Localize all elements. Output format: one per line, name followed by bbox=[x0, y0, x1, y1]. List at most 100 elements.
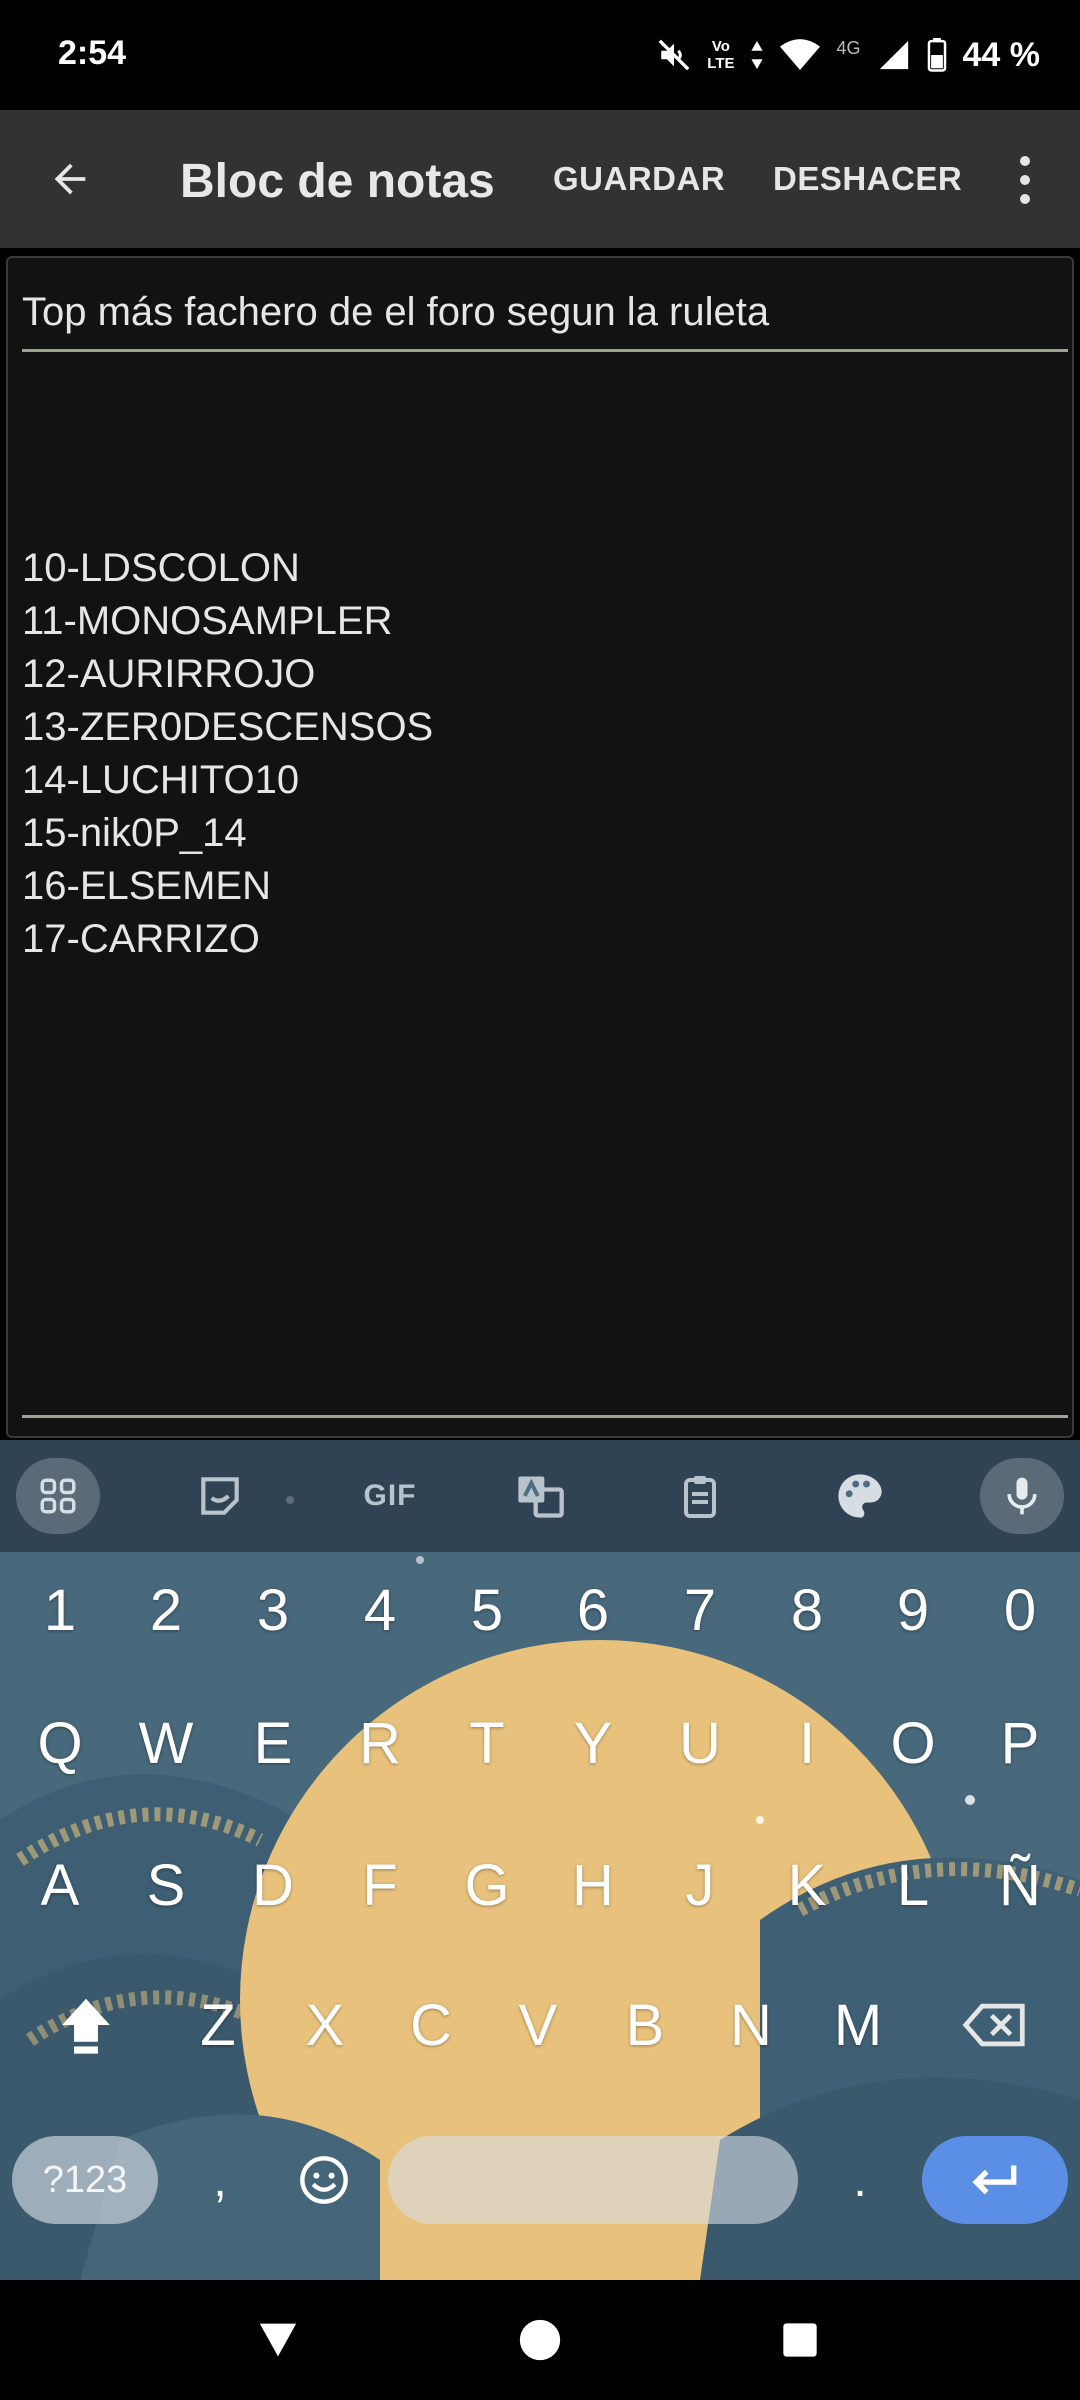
grid-icon bbox=[40, 1478, 76, 1514]
note-body-line: 13-ZER0DESCENSOS bbox=[22, 705, 434, 749]
note-title-input[interactable]: Top más fachero de el foro segun la rule… bbox=[22, 290, 1068, 352]
navigation-bar bbox=[0, 2280, 1080, 2400]
sticker-icon bbox=[201, 1477, 239, 1515]
arrow-back-icon bbox=[54, 163, 86, 195]
key-number-6[interactable]: 6 bbox=[543, 1560, 643, 1660]
symbols-key[interactable]: ?123 bbox=[12, 2136, 158, 2224]
undo-button[interactable]: DESHACER bbox=[773, 160, 962, 198]
key-letter-y[interactable]: Y bbox=[543, 1693, 643, 1793]
backspace-key[interactable] bbox=[944, 1975, 1044, 2075]
battery-icon bbox=[927, 38, 946, 72]
key-letter-a[interactable]: A bbox=[10, 1835, 110, 1935]
nav-back-button[interactable] bbox=[248, 2310, 308, 2370]
soft-keyboard: G I F 1 2 3 4 5 6 7 8 9 0 Q W E R T Y U I … bbox=[0, 1440, 1080, 2280]
key-letter-t[interactable]: T bbox=[437, 1693, 537, 1793]
key-letter-c[interactable]: C bbox=[381, 1975, 481, 2075]
signal-icon bbox=[879, 40, 908, 70]
nav-home-button[interactable] bbox=[510, 2310, 570, 2370]
enter-icon bbox=[972, 2165, 1017, 2195]
key-letter-b[interactable]: B bbox=[595, 1975, 695, 2075]
note-body-line: 12-AURIRROJO bbox=[22, 652, 316, 696]
key-letter-u[interactable]: U bbox=[650, 1693, 750, 1793]
key-number-9[interactable]: 9 bbox=[863, 1560, 963, 1660]
key-letter-g[interactable]: G bbox=[437, 1835, 537, 1935]
mute-icon bbox=[658, 39, 690, 71]
emoji-icon bbox=[300, 2156, 348, 2204]
square-recents-icon bbox=[783, 2323, 817, 2357]
overflow-menu-button[interactable] bbox=[1005, 150, 1045, 210]
note-body-line bbox=[22, 436, 1062, 489]
key-letter-v[interactable]: V bbox=[488, 1975, 588, 2075]
apps-grid-button[interactable] bbox=[16, 1458, 100, 1534]
space-key[interactable] bbox=[388, 2136, 798, 2224]
palette-icon bbox=[838, 1474, 882, 1518]
key-letter-l[interactable]: L bbox=[863, 1835, 963, 1935]
enter-key[interactable] bbox=[922, 2136, 1068, 2224]
translate-button[interactable] bbox=[508, 1464, 572, 1528]
key-number-8[interactable]: 8 bbox=[757, 1560, 857, 1660]
keyboard-toolbar: GIF bbox=[0, 1440, 1080, 1552]
backspace-icon bbox=[962, 2003, 1025, 2047]
gif-button[interactable]: GIF bbox=[340, 1464, 440, 1528]
clipboard-icon bbox=[684, 1476, 716, 1518]
note-body-line bbox=[22, 489, 1062, 542]
wifi-icon bbox=[780, 39, 821, 70]
key-letter-i[interactable]: I bbox=[757, 1693, 857, 1793]
shift-icon bbox=[62, 1998, 110, 2054]
key-letter-d[interactable]: D bbox=[223, 1835, 323, 1935]
app-title: Bloc de notas bbox=[180, 155, 495, 208]
key-letter-ñ[interactable]: Ñ bbox=[970, 1835, 1070, 1935]
save-button[interactable]: GUARDAR bbox=[553, 160, 725, 198]
key-letter-f[interactable]: F bbox=[330, 1835, 430, 1935]
key-letter-x[interactable]: X bbox=[275, 1975, 375, 2075]
status-bar: 2:54 Vo LTE 4G 44 % bbox=[0, 0, 1080, 110]
key-letter-o[interactable]: O bbox=[863, 1693, 963, 1793]
key-number-0[interactable]: 0 bbox=[970, 1560, 1070, 1660]
shift-key[interactable] bbox=[36, 1975, 136, 2075]
comma-key[interactable]: , bbox=[190, 2130, 250, 2230]
key-letter-s[interactable]: S bbox=[116, 1835, 216, 1935]
note-body-line: 17-CARRIZO bbox=[22, 917, 260, 961]
key-letter-k[interactable]: K bbox=[757, 1835, 857, 1935]
key-number-1[interactable]: 1 bbox=[10, 1560, 110, 1660]
note-body-line: 16-ELSEMEN bbox=[22, 864, 271, 908]
key-letter-n[interactable]: N bbox=[701, 1975, 801, 2075]
key-number-2[interactable]: 2 bbox=[116, 1560, 216, 1660]
sticker-button[interactable] bbox=[188, 1464, 252, 1528]
key-number-7[interactable]: 7 bbox=[650, 1560, 750, 1660]
key-letter-m[interactable]: M bbox=[808, 1975, 908, 2075]
network-type-label: 4G bbox=[836, 37, 861, 58]
key-letter-r[interactable]: R bbox=[330, 1693, 430, 1793]
key-letter-p[interactable]: P bbox=[970, 1693, 1070, 1793]
gif-label: GIF bbox=[363, 1479, 417, 1512]
translate-icon bbox=[518, 1476, 564, 1518]
note-body-line: 15-nik0P_14 bbox=[22, 811, 247, 855]
status-time: 2:54 bbox=[58, 34, 127, 72]
data-arrows-icon bbox=[751, 41, 764, 69]
key-number-5[interactable]: 5 bbox=[437, 1560, 537, 1660]
triangle-back-icon bbox=[259, 2323, 297, 2357]
key-letter-q[interactable]: Q bbox=[10, 1693, 110, 1793]
key-number-3[interactable]: 3 bbox=[223, 1560, 323, 1660]
key-letter-w[interactable]: W bbox=[116, 1693, 216, 1793]
mic-icon bbox=[1007, 1477, 1037, 1515]
note-body-input[interactable]: 10-LDSCOLON 11-MONOSAMPLER 12-AURIRROJO 13-… bbox=[22, 436, 1062, 966]
clipboard-button[interactable] bbox=[668, 1464, 732, 1528]
voice-input-button[interactable] bbox=[980, 1458, 1064, 1534]
note-body-line: 10-LDSCOLON bbox=[22, 546, 300, 590]
key-letter-e[interactable]: E bbox=[223, 1693, 323, 1793]
key-letter-z[interactable]: Z bbox=[168, 1975, 268, 2075]
status-icons: Vo LTE 4G 44 % bbox=[657, 30, 1040, 80]
period-key[interactable]: . bbox=[830, 2130, 890, 2230]
note-body-line: 14-LUCHITO10 bbox=[22, 758, 300, 802]
note-editor: Top más fachero de el foro segun la rule… bbox=[6, 256, 1074, 1438]
key-letter-j[interactable]: J bbox=[650, 1835, 750, 1935]
theme-button[interactable] bbox=[828, 1464, 892, 1528]
emoji-key[interactable] bbox=[288, 2136, 360, 2224]
back-button[interactable] bbox=[30, 144, 110, 214]
more-vert-icon bbox=[1020, 156, 1030, 166]
nav-recents-button[interactable] bbox=[770, 2310, 830, 2370]
key-letter-h[interactable]: H bbox=[543, 1835, 643, 1935]
key-number-4[interactable]: 4 bbox=[330, 1560, 430, 1660]
battery-percent: 44 % bbox=[962, 35, 1041, 74]
